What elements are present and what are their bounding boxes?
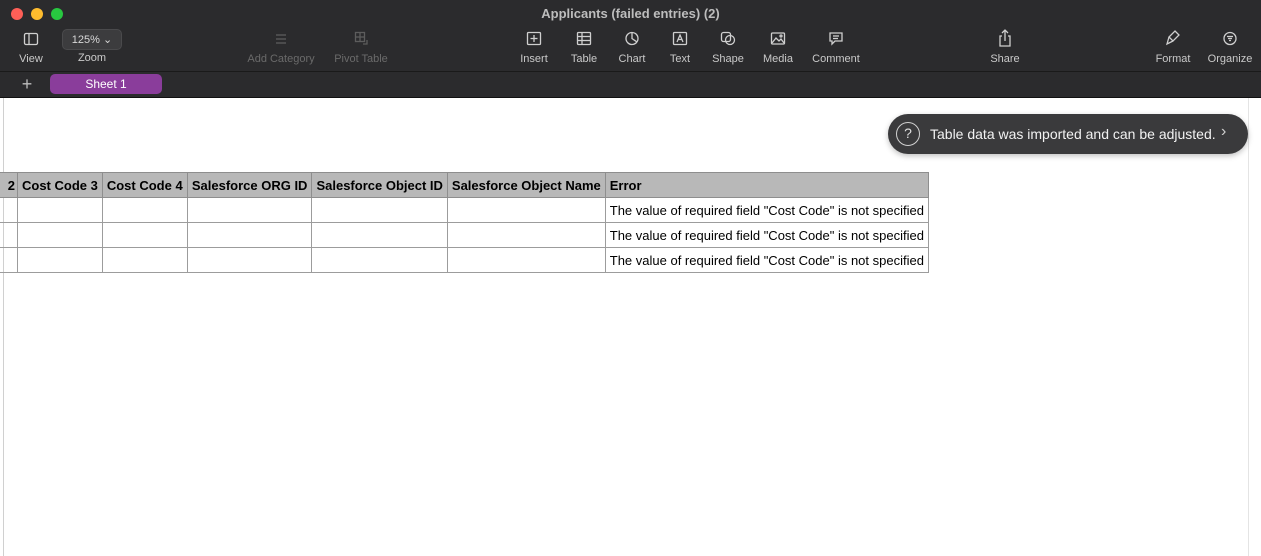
table-cell[interactable] bbox=[186, 197, 313, 223]
format-label: Format bbox=[1155, 53, 1191, 65]
share-label: Share bbox=[990, 53, 1020, 65]
table-cell[interactable] bbox=[101, 222, 188, 248]
pie-chart-icon bbox=[625, 31, 639, 46]
insert-label: Insert bbox=[520, 53, 548, 65]
column-header[interactable]: Cost Code 3 bbox=[17, 172, 103, 198]
error-cell[interactable]: The value of required field "Cost Code" … bbox=[604, 247, 929, 273]
import-notification[interactable]: ? Table data was imported and can be adj… bbox=[888, 114, 1248, 154]
table-cell[interactable] bbox=[186, 247, 313, 273]
table-cell[interactable] bbox=[446, 222, 606, 248]
canvas-right-edge bbox=[1248, 98, 1249, 556]
organize-button[interactable]: Organize bbox=[1204, 28, 1256, 65]
tab-sheet-1[interactable]: Sheet 1 bbox=[50, 74, 162, 94]
canvas-left-edge bbox=[3, 98, 4, 556]
media-label: Media bbox=[763, 53, 793, 65]
table-cell[interactable] bbox=[311, 247, 448, 273]
sheet-tab-bar: + Sheet 1 bbox=[0, 72, 1261, 98]
question-circle-icon: ? bbox=[896, 122, 920, 146]
shape-label: Shape bbox=[712, 53, 744, 65]
add-category-label: Add Category bbox=[247, 53, 315, 65]
comment-button[interactable]: Comment bbox=[810, 28, 862, 65]
share-icon bbox=[999, 29, 1011, 47]
insert-icon bbox=[526, 31, 542, 46]
table-row: The value of required field "Cost Code" … bbox=[0, 247, 929, 273]
error-cell[interactable]: The value of required field "Cost Code" … bbox=[604, 197, 929, 223]
column-header[interactable]: 2 bbox=[0, 172, 18, 198]
organize-icon bbox=[1223, 31, 1237, 46]
column-header[interactable]: Salesforce Object Name bbox=[446, 172, 606, 198]
list-icon bbox=[276, 34, 286, 44]
text-box-icon bbox=[672, 31, 688, 46]
table-cell[interactable] bbox=[101, 247, 188, 273]
comment-label: Comment bbox=[812, 53, 860, 65]
pivot-table-button[interactable]: Pivot Table bbox=[331, 28, 391, 65]
table-cell[interactable] bbox=[311, 222, 448, 248]
zoom-label: Zoom bbox=[77, 52, 107, 64]
column-header[interactable]: Salesforce Object ID bbox=[311, 172, 448, 198]
chart-button[interactable]: Chart bbox=[615, 28, 649, 65]
photo-icon bbox=[770, 32, 786, 45]
add-sheet-button[interactable]: + bbox=[18, 74, 36, 94]
shape-icon bbox=[720, 31, 736, 46]
sidebar-icon bbox=[23, 32, 39, 46]
table-cell[interactable] bbox=[101, 197, 188, 223]
insert-button[interactable]: Insert bbox=[517, 28, 551, 65]
paintbrush-icon bbox=[1165, 30, 1180, 46]
table-cell[interactable] bbox=[186, 222, 313, 248]
comment-icon bbox=[829, 32, 843, 46]
share-button[interactable]: Share bbox=[987, 28, 1023, 65]
zoom-control[interactable]: 125% ⌄ Zoom bbox=[61, 28, 123, 64]
column-header[interactable]: Error bbox=[604, 172, 929, 198]
window-title: Applicants (failed entries) (2) bbox=[541, 6, 720, 21]
title-bar: Applicants (failed entries) (2) View 125… bbox=[0, 0, 1261, 72]
data-table[interactable]: 2 Cost Code 3 Cost Code 4 Salesforce ORG… bbox=[0, 172, 929, 273]
table-icon bbox=[576, 31, 592, 46]
table-label: Table bbox=[570, 53, 598, 65]
table-cell[interactable] bbox=[446, 197, 606, 223]
organize-label: Organize bbox=[1207, 53, 1253, 65]
media-button[interactable]: Media bbox=[760, 28, 796, 65]
text-button[interactable]: Text bbox=[665, 28, 695, 65]
chevron-right-icon[interactable]: › bbox=[1221, 123, 1226, 141]
header-row: 2 Cost Code 3 Cost Code 4 Salesforce ORG… bbox=[0, 172, 929, 198]
table-row: The value of required field "Cost Code" … bbox=[0, 197, 929, 223]
error-cell[interactable]: The value of required field "Cost Code" … bbox=[604, 222, 929, 248]
spreadsheet-canvas[interactable] bbox=[0, 98, 1261, 556]
zoom-select[interactable]: 125% ⌄ bbox=[62, 29, 122, 50]
table-button[interactable]: Table bbox=[568, 28, 600, 65]
table-cell[interactable] bbox=[17, 247, 103, 273]
table-cell[interactable] bbox=[311, 197, 448, 223]
table-row: The value of required field "Cost Code" … bbox=[0, 222, 929, 248]
table-cell[interactable] bbox=[0, 197, 18, 223]
table-cell[interactable] bbox=[0, 222, 18, 248]
table-cell[interactable] bbox=[17, 222, 103, 248]
shape-button[interactable]: Shape bbox=[709, 28, 747, 65]
table-cell[interactable] bbox=[446, 247, 606, 273]
view-button[interactable]: View bbox=[14, 28, 48, 65]
table-cell[interactable] bbox=[0, 247, 18, 273]
add-category-button[interactable]: Add Category bbox=[245, 28, 317, 65]
column-header[interactable]: Salesforce ORG ID bbox=[186, 172, 313, 198]
format-button[interactable]: Format bbox=[1153, 28, 1193, 65]
text-label: Text bbox=[669, 53, 691, 65]
notification-message: Table data was imported and can be adjus… bbox=[930, 126, 1216, 142]
view-label: View bbox=[19, 53, 43, 65]
column-header[interactable]: Cost Code 4 bbox=[101, 172, 188, 198]
table-cell[interactable] bbox=[17, 197, 103, 223]
pivot-table-label: Pivot Table bbox=[334, 53, 388, 65]
pivot-table-icon bbox=[354, 31, 368, 45]
chart-label: Chart bbox=[618, 53, 646, 65]
